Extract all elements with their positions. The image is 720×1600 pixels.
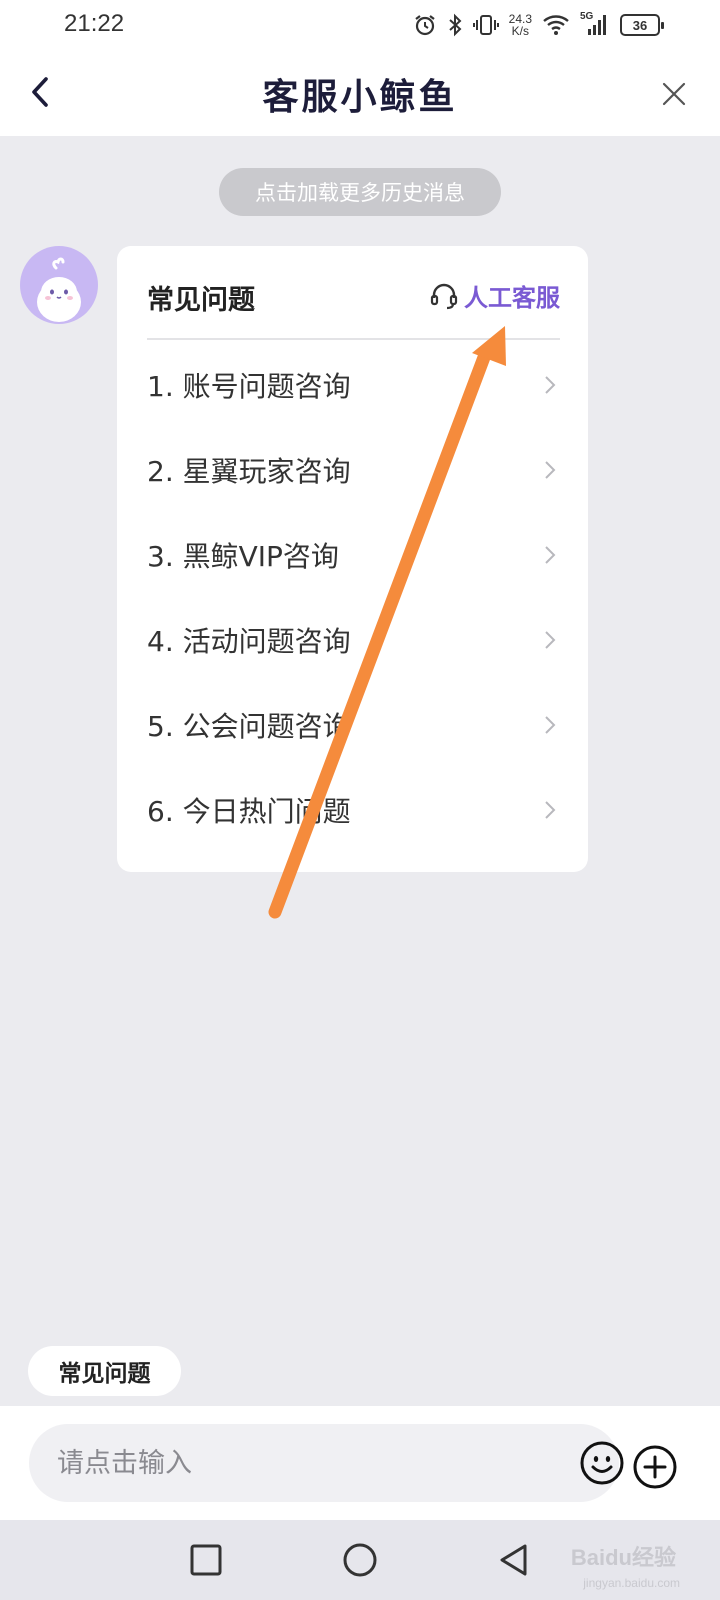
input-area — [0, 1406, 720, 1520]
load-history-button[interactable]: 点击加载更多历史消息 — [219, 168, 501, 216]
faq-item-label: 1. 账号问题咨询 — [147, 369, 351, 403]
faq-item-activity[interactable]: 4. 活动问题咨询 — [147, 597, 560, 682]
headset-icon — [430, 283, 458, 309]
faq-item-guild[interactable]: 5. 公会问题咨询 — [147, 682, 560, 767]
emoji-icon[interactable] — [579, 1440, 625, 1486]
vibrate-icon — [472, 15, 499, 35]
back-triangle-icon[interactable] — [494, 1540, 534, 1580]
header: 客服小鲸鱼 — [0, 50, 720, 136]
assistant-avatar — [20, 246, 98, 324]
faq-card-title: 常见问题 — [147, 285, 255, 316]
baidu-watermark-url: jingyan.baidu.com — [583, 1576, 680, 1590]
faq-item-black-whale-vip[interactable]: 3. 黑鲸VIP咨询 — [147, 512, 560, 597]
human-service-label: 人工客服 — [464, 284, 560, 312]
faq-item-label: 3. 黑鲸VIP咨询 — [147, 539, 339, 573]
chevron-right-icon — [540, 630, 560, 650]
faq-item-hot-today[interactable]: 6. 今日热门问题 — [147, 767, 560, 852]
bluetooth-icon — [448, 13, 462, 37]
status-time: 21:22 — [64, 10, 125, 37]
faq-item-star-wing-player[interactable]: 2. 星翼玩家咨询 — [147, 427, 560, 512]
recents-square-icon[interactable] — [186, 1540, 226, 1580]
faq-card-header: 常见问题 人工客服 — [147, 270, 560, 340]
add-attachment-icon[interactable] — [632, 1444, 678, 1490]
faq-item-label: 6. 今日热门问题 — [147, 794, 351, 828]
signal-icon: 5G — [580, 11, 610, 37]
baidu-watermark-logo: Baidu经验 — [570, 1545, 676, 1570]
chevron-right-icon — [540, 715, 560, 735]
wifi-icon — [543, 15, 569, 35]
human-service-button[interactable]: 人工客服 — [430, 278, 560, 313]
chevron-right-icon — [540, 375, 560, 395]
close-button[interactable] — [654, 74, 694, 114]
chevron-right-icon — [540, 460, 560, 480]
faq-item-label: 4. 活动问题咨询 — [147, 624, 351, 658]
faq-list: 1. 账号问题咨询 2. 星翼玩家咨询 3. 黑鲸VIP咨询 4. 活动问题咨询… — [147, 342, 560, 852]
status-bar: 21:22 24.3 K/s 5G 36 — [0, 0, 720, 50]
faq-card: 常见问题 人工客服 1. 账号问题咨询 2. 星翼玩家咨询 3. 黑鲸VIP咨询… — [117, 246, 588, 872]
system-nav-bar: Baidu经验 jingyan.baidu.com — [0, 1520, 720, 1600]
chevron-right-icon — [540, 800, 560, 820]
net-speed: 24.3 K/s — [508, 12, 532, 38]
alarm-icon — [414, 15, 435, 36]
home-circle-icon[interactable] — [340, 1540, 380, 1580]
faq-item-account[interactable]: 1. 账号问题咨询 — [147, 342, 560, 427]
faq-item-label: 2. 星翼玩家咨询 — [147, 454, 351, 488]
close-icon — [662, 82, 686, 106]
chevron-right-icon — [540, 545, 560, 565]
quick-faq-chip[interactable]: 常见问题 — [28, 1346, 181, 1396]
message-input-box — [29, 1424, 624, 1502]
page-title: 客服小鲸鱼 — [262, 76, 458, 118]
faq-item-label: 5. 公会问题咨询 — [147, 709, 351, 743]
battery-indicator: 36 — [620, 14, 664, 36]
status-icons: 24.3 K/s 5G 36 — [413, 10, 664, 40]
whale-mascot-icon — [37, 257, 81, 322]
message-input[interactable] — [57, 1424, 537, 1502]
